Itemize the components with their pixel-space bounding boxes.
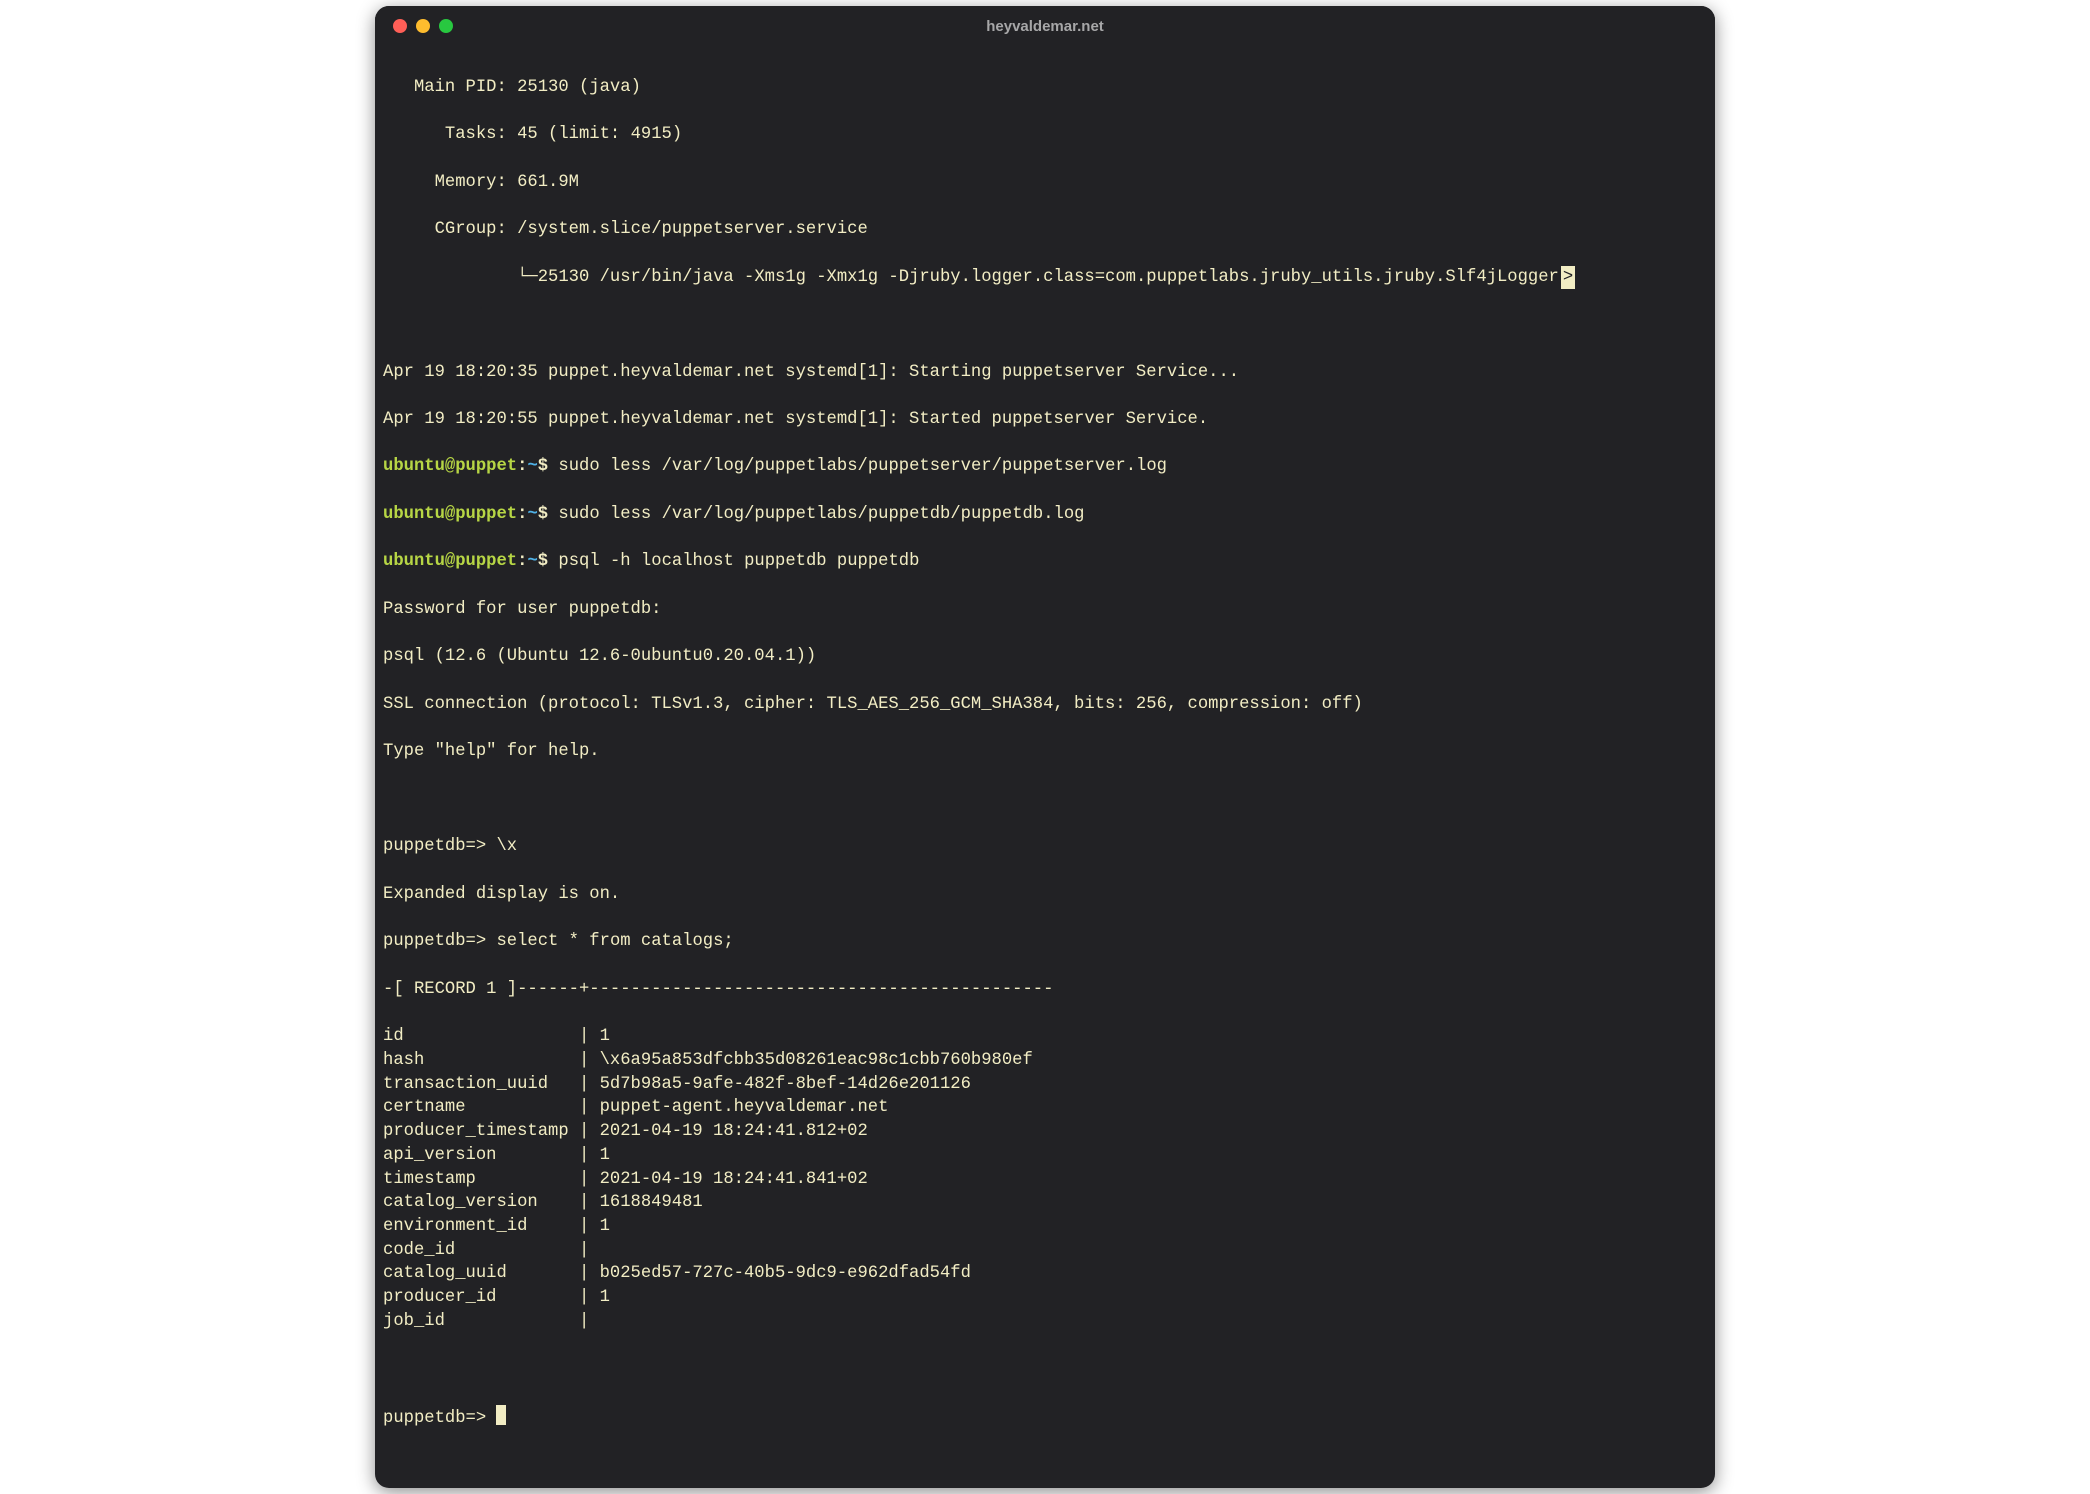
cursor-icon [496,1405,506,1425]
psql-record-row: environment_id | 1 [383,1215,1707,1239]
psql-ssl-info: SSL connection (protocol: TLSv1.3, ciphe… [383,693,1707,717]
psql-prompt: puppetdb=> [383,932,486,951]
close-icon[interactable] [393,19,407,33]
prompt-host: puppet [455,457,517,476]
terminal-viewport[interactable]: Main PID: 25130 (java) Tasks: 45 (limit:… [375,46,1715,1488]
journal-line: Apr 19 18:20:35 puppet.heyvaldemar.net s… [383,361,1707,385]
psql-record-row: api_version | 1 [383,1144,1707,1168]
psql-record-row: job_id | [383,1310,1707,1334]
psql-record-rows: id | 1hash | \x6a95a853dfcbb35d08261eac9… [383,1025,1707,1334]
prompt-path: ~ [527,457,537,476]
prompt-user: ubuntu [383,457,445,476]
psql-record-row: producer_timestamp | 2021-04-19 18:24:41… [383,1120,1707,1144]
prompt-sep: : [517,457,527,476]
status-memory: Memory: 661.9M [383,171,1707,195]
psql-record-row: timestamp | 2021-04-19 18:24:41.841+02 [383,1168,1707,1192]
psql-record-row: certname | puppet-agent.heyvaldemar.net [383,1096,1707,1120]
command-text: psql -h localhost puppetdb puppetdb [558,552,919,571]
maximize-icon[interactable] [439,19,453,33]
psql-prompt-current[interactable]: puppetdb=> [383,1405,1707,1431]
blank-line [383,313,1707,337]
psql-help-hint: Type "help" for help. [383,740,1707,764]
blank-line [383,788,1707,812]
psql-record-row: hash | \x6a95a853dfcbb35d08261eac98c1cbb… [383,1049,1707,1073]
psql-record-row: id | 1 [383,1025,1707,1049]
tree-elbow-icon: └─ [517,268,538,287]
psql-prompt-line: puppetdb=> select * from catalogs; [383,930,1707,954]
window-title: heyvaldemar.net [375,6,1715,46]
window-controls [375,19,453,33]
status-cgroup: CGroup: /system.slice/puppetserver.servi… [383,218,1707,242]
psql-command: \x [496,837,517,856]
psql-record-header: -[ RECORD 1 ]------+--------------------… [383,978,1707,1002]
prompt-at: @ [445,457,455,476]
command-text: sudo less /var/log/puppetlabs/puppetdb/p… [558,505,1084,524]
shell-prompt-line: ubuntu@puppet:~$ psql -h localhost puppe… [383,550,1707,574]
psql-record-row: code_id | [383,1239,1707,1263]
psql-password-prompt: Password for user puppetdb: [383,598,1707,622]
psql-record-row: producer_id | 1 [383,1286,1707,1310]
psql-record-row: catalog_version | 1618849481 [383,1191,1707,1215]
minimize-icon[interactable] [416,19,430,33]
terminal-window: heyvaldemar.net Main PID: 25130 (java) T… [375,6,1715,1488]
psql-prompt: puppetdb=> [383,837,486,856]
status-main-pid: Main PID: 25130 (java) [383,76,1707,100]
line-truncated-icon: > [1561,266,1575,290]
psql-banner: psql (12.6 (Ubuntu 12.6-0ubuntu0.20.04.1… [383,645,1707,669]
psql-record-row: transaction_uuid | 5d7b98a5-9afe-482f-8b… [383,1073,1707,1097]
status-tasks: Tasks: 45 (limit: 4915) [383,123,1707,147]
psql-prompt-line: puppetdb=> \x [383,835,1707,859]
blank-line [383,1357,1707,1381]
psql-command: select * from catalogs; [496,932,733,951]
shell-prompt-line: ubuntu@puppet:~$ sudo less /var/log/pupp… [383,503,1707,527]
prompt-sigil: $ [538,457,548,476]
titlebar: heyvaldemar.net [375,6,1715,46]
journal-line: Apr 19 18:20:55 puppet.heyvaldemar.net s… [383,408,1707,432]
status-cgroup-proc: └─25130 /usr/bin/java -Xms1g -Xmx1g -Djr… [383,266,1707,290]
command-text: sudo less /var/log/puppetlabs/puppetserv… [558,457,1167,476]
psql-record-row: catalog_uuid | b025ed57-727c-40b5-9dc9-e… [383,1262,1707,1286]
shell-prompt-line: ubuntu@puppet:~$ sudo less /var/log/pupp… [383,455,1707,479]
psql-prompt: puppetdb=> [383,1409,486,1428]
psql-output: Expanded display is on. [383,883,1707,907]
